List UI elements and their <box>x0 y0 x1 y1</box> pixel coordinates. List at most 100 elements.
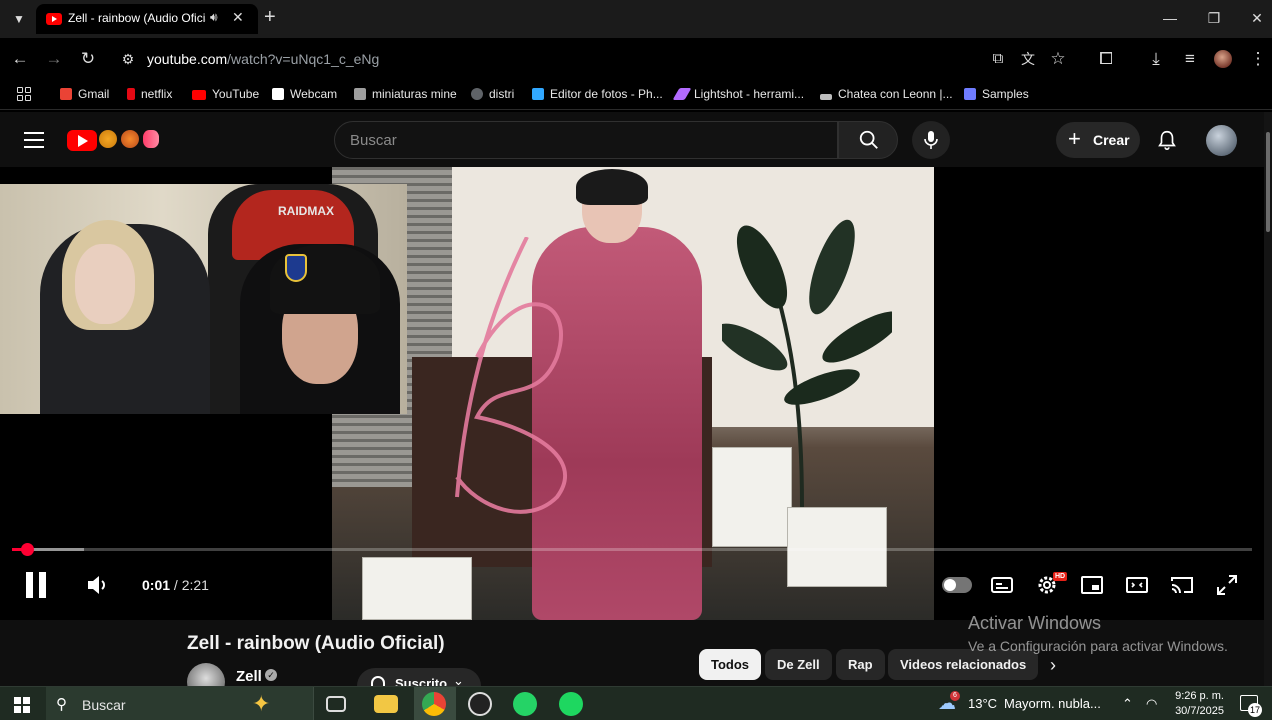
chip-de-zell[interactable]: De Zell <box>765 649 832 680</box>
fullscreen-button[interactable] <box>1215 573 1239 597</box>
waveform-icon <box>964 88 976 100</box>
video-player[interactable]: RAIDMAX 0:01 / 2:21 HD <box>0 167 1264 620</box>
account-avatar[interactable] <box>1206 125 1237 156</box>
search-button[interactable] <box>838 121 898 159</box>
weather-description[interactable]: Mayorm. nubla... <box>1004 696 1101 711</box>
taskbar-search[interactable]: ⚲ Buscar ✦ <box>46 687 314 720</box>
bookmark-miniaturas[interactable]: miniaturas mine <box>354 87 457 101</box>
clock-date: 30/7/2025 <box>1175 705 1224 717</box>
create-button[interactable]: + Crear <box>1056 122 1140 158</box>
netflix-icon <box>127 88 135 100</box>
cast-icon <box>1171 577 1193 594</box>
bookmark-samples[interactable]: Samples <box>964 87 1029 101</box>
file-explorer-icon[interactable] <box>374 695 398 713</box>
forward-arrow-icon[interactable]: → <box>42 47 66 71</box>
chip-rap[interactable]: Rap <box>836 649 885 680</box>
task-view-icon[interactable] <box>326 696 346 712</box>
windows-taskbar: ⚲ Buscar ✦ ☁ 6 13°C Mayorm. nubla... ⌃ ◠… <box>0 686 1272 720</box>
taskbar-clock[interactable]: 9:26 p. m. 30/7/2025 <box>1172 689 1224 719</box>
cast-button[interactable] <box>1170 573 1194 597</box>
cover-money-stack <box>787 507 887 587</box>
voice-search-button[interactable] <box>912 121 950 159</box>
weather-temperature[interactable]: 13°C <box>968 696 997 711</box>
scrollbar-thumb[interactable] <box>1266 132 1270 232</box>
media-control-icon[interactable]: ≡ <box>1178 47 1202 71</box>
webcam-overlay: RAIDMAX <box>0 184 407 414</box>
progress-bar[interactable] <box>12 543 1252 556</box>
bookmark-webcam[interactable]: Webcam <box>272 87 337 101</box>
chip-todos[interactable]: Todos <box>699 649 762 680</box>
bookmark-youtube[interactable]: YouTube <box>192 87 259 101</box>
plus-icon: + <box>1068 126 1081 151</box>
create-label: Crear <box>1093 132 1130 148</box>
volume-icon <box>88 576 105 594</box>
subtitles-icon <box>991 577 1013 593</box>
hamburger-menu-icon[interactable] <box>24 132 44 148</box>
distri-icon <box>471 88 483 100</box>
windows-start-icon[interactable] <box>14 697 30 713</box>
webcam-person-left-face <box>75 244 135 324</box>
url-path: /watch?v=uNqc1_c_eNg <box>227 51 380 67</box>
theater-mode-button[interactable] <box>1125 573 1149 597</box>
wifi-icon[interactable]: ◠ <box>1146 696 1157 712</box>
tab-active[interactable]: Zell - rainbow (Audio Oficial 🔊︎ ✕ <box>36 4 258 34</box>
miniplayer-button[interactable] <box>1080 573 1104 597</box>
tab-search-chevron-icon[interactable]: ▼ <box>8 8 30 30</box>
site-settings-icon[interactable]: ⚙︎ <box>116 47 140 71</box>
volume-button[interactable] <box>86 574 110 596</box>
channel-name[interactable]: Zell <box>236 668 262 685</box>
reload-icon[interactable]: ↻ <box>76 47 100 71</box>
microphone-icon <box>924 131 938 149</box>
tab-close-icon[interactable]: ✕ <box>232 9 244 26</box>
downloads-icon[interactable]: ⤓ <box>1144 47 1168 71</box>
search-placeholder: Buscar <box>350 132 397 149</box>
autoplay-toggle[interactable] <box>942 577 972 593</box>
page-scrollbar[interactable] <box>1264 112 1272 686</box>
progress-scrubber[interactable] <box>20 543 34 556</box>
bookmark-netflix[interactable]: netflix <box>127 87 172 101</box>
weather-alert-badge: 6 <box>950 691 960 701</box>
duration: 2:21 <box>181 577 209 593</box>
browser-menu-icon[interactable]: ⋮ <box>1246 47 1270 71</box>
pause-button[interactable] <box>26 572 50 598</box>
extensions-puzzle-icon[interactable]: ⧠ <box>1094 47 1118 71</box>
bookmark-gmail[interactable]: Gmail <box>60 87 109 101</box>
subtitles-button[interactable] <box>990 573 1014 597</box>
fullscreen-icon <box>1217 575 1237 595</box>
chrome-icon[interactable] <box>422 692 446 716</box>
address-bar[interactable]: youtube.com/watch?v=uNqc1_c_eNg <box>147 51 379 67</box>
install-app-icon[interactable]: ⧉ <box>986 47 1010 71</box>
minimize-icon[interactable]: — <box>1150 6 1190 30</box>
back-arrow-icon[interactable]: ← <box>8 47 32 71</box>
taskbar-search-placeholder: Buscar <box>82 697 126 713</box>
restore-icon[interactable]: ❐ <box>1194 6 1234 30</box>
feather-icon <box>672 88 692 100</box>
tray-chevron-up-icon[interactable]: ⌃ <box>1122 696 1133 712</box>
window-close-icon[interactable]: ✕ <box>1237 6 1272 30</box>
chat-icon <box>820 94 832 100</box>
bookmark-chatea[interactable]: Chatea con Leonn |... <box>820 87 953 101</box>
beanie-badge-icon <box>285 254 307 282</box>
obs-icon[interactable] <box>468 692 492 716</box>
profile-avatar[interactable] <box>1214 50 1232 68</box>
bookmark-star-icon[interactable]: ☆ <box>1046 47 1070 71</box>
apps-grid-icon[interactable] <box>17 87 31 101</box>
url-host: youtube.com <box>147 51 228 67</box>
bookmark-lightshot[interactable]: Lightshot - herrami... <box>672 87 804 101</box>
video-title: Zell - rainbow (Audio Oficial) <box>187 633 445 654</box>
speaker-icon[interactable]: 🔊︎ <box>210 10 218 25</box>
youtube-favicon-icon <box>46 13 62 25</box>
notifications-bell-icon[interactable] <box>1156 129 1178 151</box>
notification-count: 17 <box>1248 703 1262 717</box>
bookmark-distri[interactable]: distri <box>471 87 514 101</box>
miniplayer-icon <box>1081 576 1103 594</box>
chevron-right-icon[interactable]: › <box>1040 652 1066 678</box>
bookmark-photo-editor[interactable]: Editor de fotos - Ph... <box>532 87 663 101</box>
new-tab-plus-icon[interactable]: + <box>264 6 276 28</box>
translate-icon[interactable]: 文 <box>1016 47 1040 71</box>
spotify-icon[interactable] <box>559 692 583 716</box>
whatsapp-icon[interactable] <box>513 692 537 716</box>
cover-signature-scribble <box>455 237 567 514</box>
youtube-logo[interactable] <box>67 130 97 151</box>
search-input[interactable]: Buscar <box>334 121 838 159</box>
